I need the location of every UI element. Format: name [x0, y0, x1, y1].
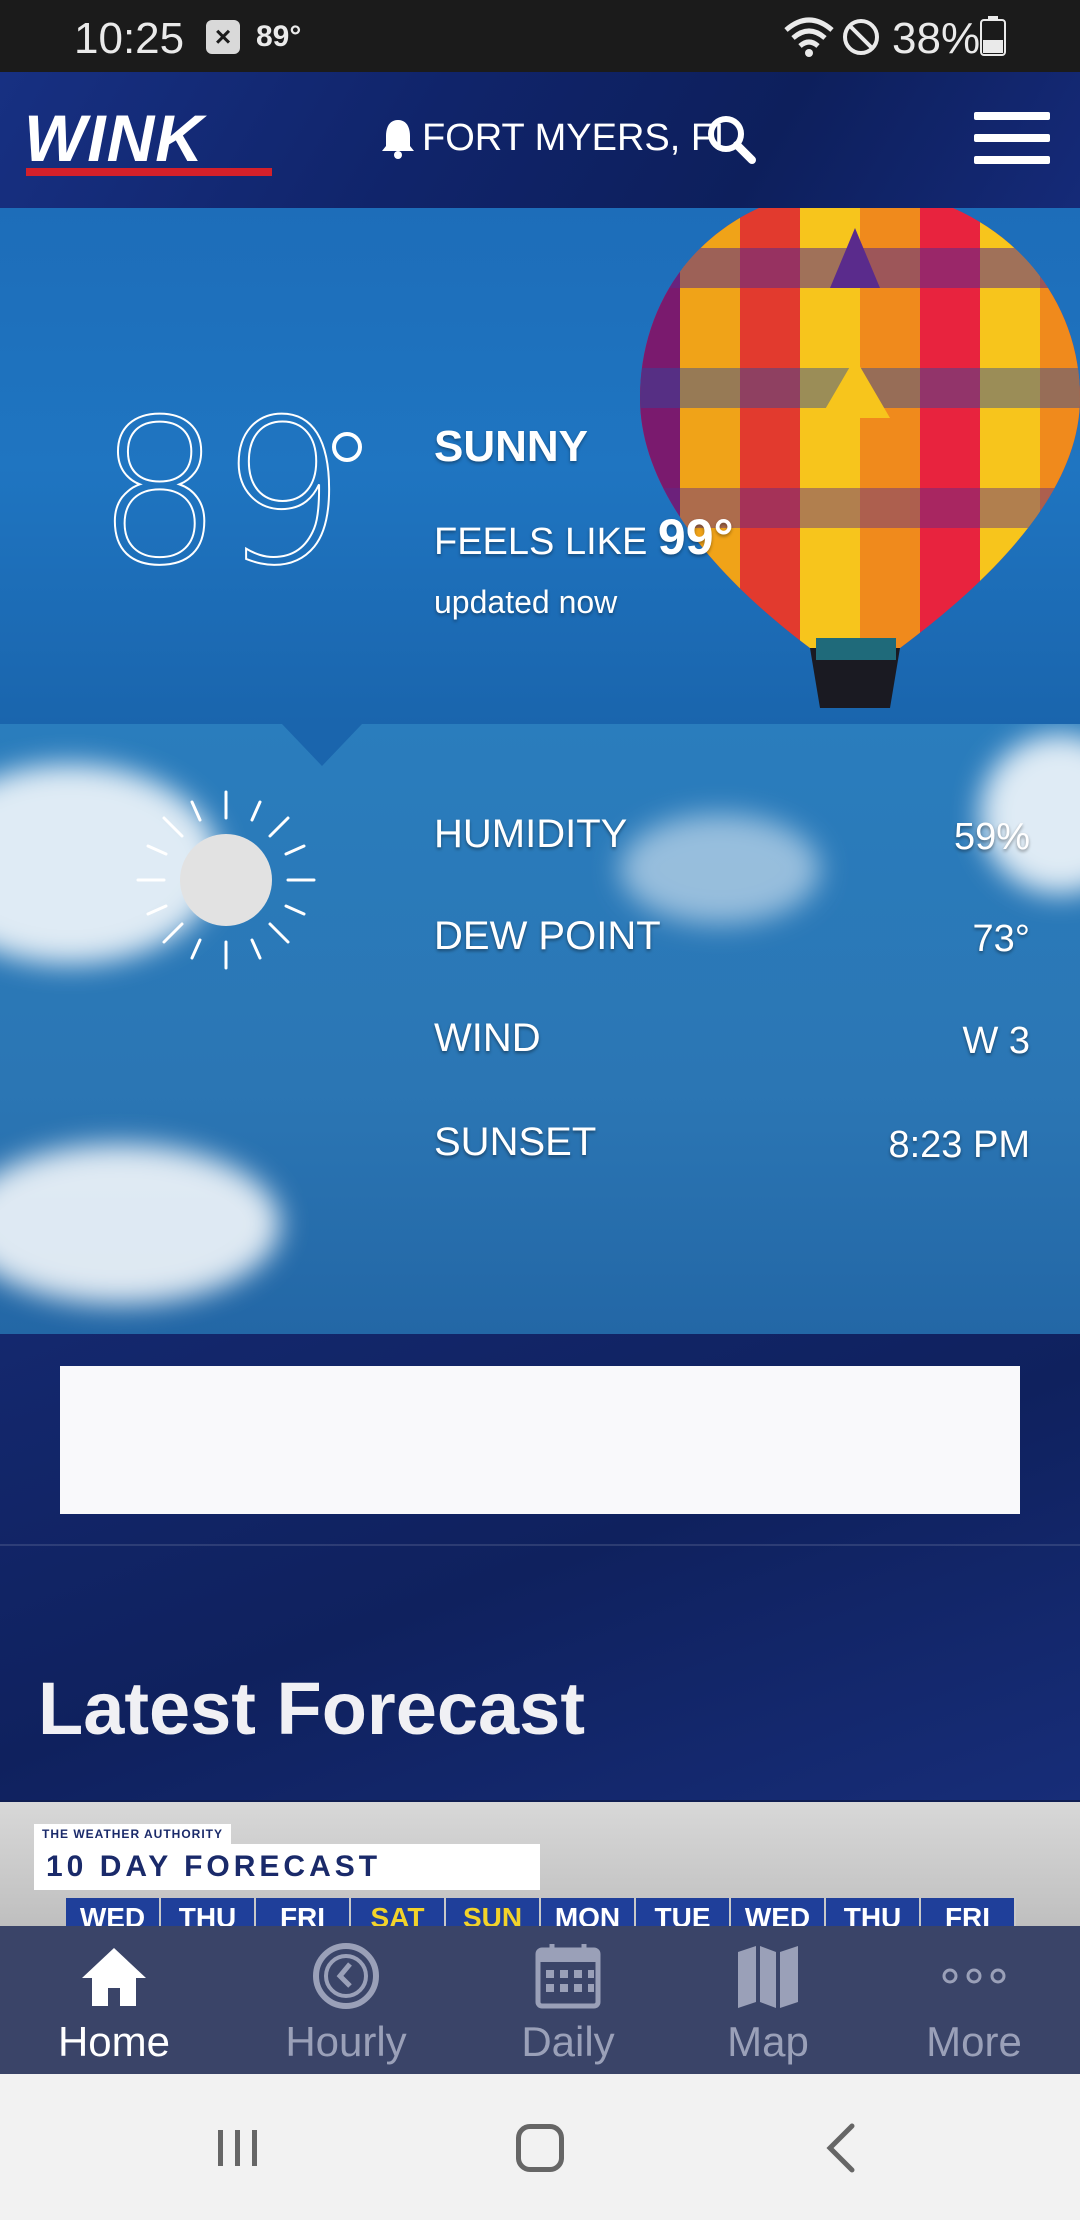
logo-underline — [26, 168, 272, 176]
detail-label: HUMIDITY — [434, 812, 628, 856]
hero-pointer-notch — [282, 724, 362, 766]
detail-row-wind: WIND W 3 — [434, 1016, 1030, 1076]
section-divider — [0, 1544, 1080, 1546]
feels-like: FEELS LIKE 99° — [434, 508, 734, 566]
detail-value: 73° — [972, 918, 1030, 960]
sun-icon — [136, 790, 316, 970]
nav-label: Daily — [521, 2018, 615, 2065]
nav-home[interactable]: Home — [24, 1926, 204, 2074]
detail-label: DEW POINT — [434, 914, 661, 958]
day-cell: TUE — [636, 1898, 731, 1926]
detail-row-dew-point: DEW POINT 73° — [434, 914, 1030, 974]
detail-value: W 3 — [962, 1020, 1030, 1062]
status-time: 10:25 — [74, 14, 185, 63]
nav-label: Hourly — [285, 2018, 407, 2065]
latest-forecast-heading: Latest Forecast — [38, 1667, 585, 1750]
nav-label: Home — [57, 2018, 171, 2065]
day-cell: THU — [161, 1898, 256, 1926]
bell-icon[interactable] — [378, 116, 418, 160]
detail-value: 8:23 PM — [888, 1124, 1030, 1166]
forecast-days-strip: WED THU FRI SAT SUN MON TUE WED THU FRI — [66, 1898, 1016, 1926]
nav-label: Map — [727, 2018, 809, 2065]
battery-percent: 38% — [892, 14, 981, 63]
do-not-disturb-icon — [843, 19, 879, 55]
location-selector[interactable]: FORT MYERS, FL — [378, 110, 735, 166]
day-cell: THU — [826, 1898, 921, 1926]
current-conditions-hero: 89 SUNNY FEELS LIKE 99° updated now — [0, 208, 1080, 724]
day-cell: WED — [66, 1898, 161, 1926]
detail-value: 59% — [953, 816, 1030, 858]
hamburger-menu-icon[interactable] — [974, 112, 1050, 168]
detail-label: WIND — [434, 1016, 541, 1060]
condition-text: SUNNY — [434, 422, 589, 471]
home-icon — [82, 1948, 146, 2006]
wifi-icon — [784, 17, 834, 57]
battery-icon — [980, 16, 1006, 56]
notification-x-icon: × — [206, 20, 240, 54]
wink-logo[interactable]: WINK — [24, 100, 204, 176]
nav-more[interactable]: More — [884, 1926, 1064, 2074]
updated-text: updated now — [434, 584, 618, 620]
clock-icon — [313, 1943, 379, 2009]
degree-symbol — [332, 432, 362, 462]
nav-hourly[interactable]: Hourly — [256, 1926, 436, 2074]
search-icon[interactable] — [704, 112, 758, 166]
hot-air-balloon-image — [640, 208, 1080, 708]
feels-like-value: 99° — [657, 509, 734, 565]
system-navigation-bar — [0, 2074, 1080, 2220]
detail-label: SUNSET — [434, 1120, 597, 1164]
calendar-icon — [535, 1944, 601, 2009]
cloud-decoration — [0, 1144, 280, 1304]
day-cell: WED — [731, 1898, 826, 1926]
thumbnail-kicker: THE WEATHER AUTHORITY — [34, 1824, 231, 1844]
day-cell: FRI — [256, 1898, 351, 1926]
day-cell: SUN — [446, 1898, 541, 1926]
conditions-details-panel: HUMIDITY 59% DEW POINT 73° WIND W 3 SUNS… — [0, 724, 1080, 1334]
map-icon — [738, 1946, 798, 2008]
feels-like-label: FEELS LIKE — [434, 521, 648, 563]
detail-row-humidity: HUMIDITY 59% — [434, 812, 1030, 872]
current-temperature: 89 — [95, 377, 347, 610]
bottom-navigation: Home Hourly Daily Map More — [0, 1926, 1080, 2074]
nav-daily[interactable]: Daily — [478, 1926, 658, 2074]
nav-label: More — [926, 2018, 1022, 2065]
nav-map[interactable]: Map — [678, 1926, 858, 2074]
app-header: WINK FORT MYERS, FL — [0, 72, 1080, 208]
forecast-video-thumbnail[interactable]: THE WEATHER AUTHORITY 10 DAY FORECAST WE… — [0, 1802, 1080, 1926]
detail-row-sunset: SUNSET 8:23 PM — [434, 1120, 1030, 1180]
day-cell: FRI — [921, 1898, 1016, 1926]
thumbnail-title: 10 DAY FORECAST — [34, 1844, 540, 1890]
home-button-icon[interactable] — [516, 2124, 564, 2172]
more-dots-icon — [942, 1968, 1006, 1984]
back-icon[interactable] — [822, 2120, 862, 2176]
recent-apps-icon[interactable] — [216, 2128, 260, 2168]
day-cell: MON — [541, 1898, 636, 1926]
status-weather-temp: 89° — [256, 20, 302, 53]
day-cell: SAT — [351, 1898, 446, 1926]
status-bar: 10:25 × 89° 38% — [0, 0, 1080, 72]
ad-banner[interactable] — [60, 1366, 1020, 1514]
location-label[interactable]: FORT MYERS, FL — [422, 117, 735, 160]
